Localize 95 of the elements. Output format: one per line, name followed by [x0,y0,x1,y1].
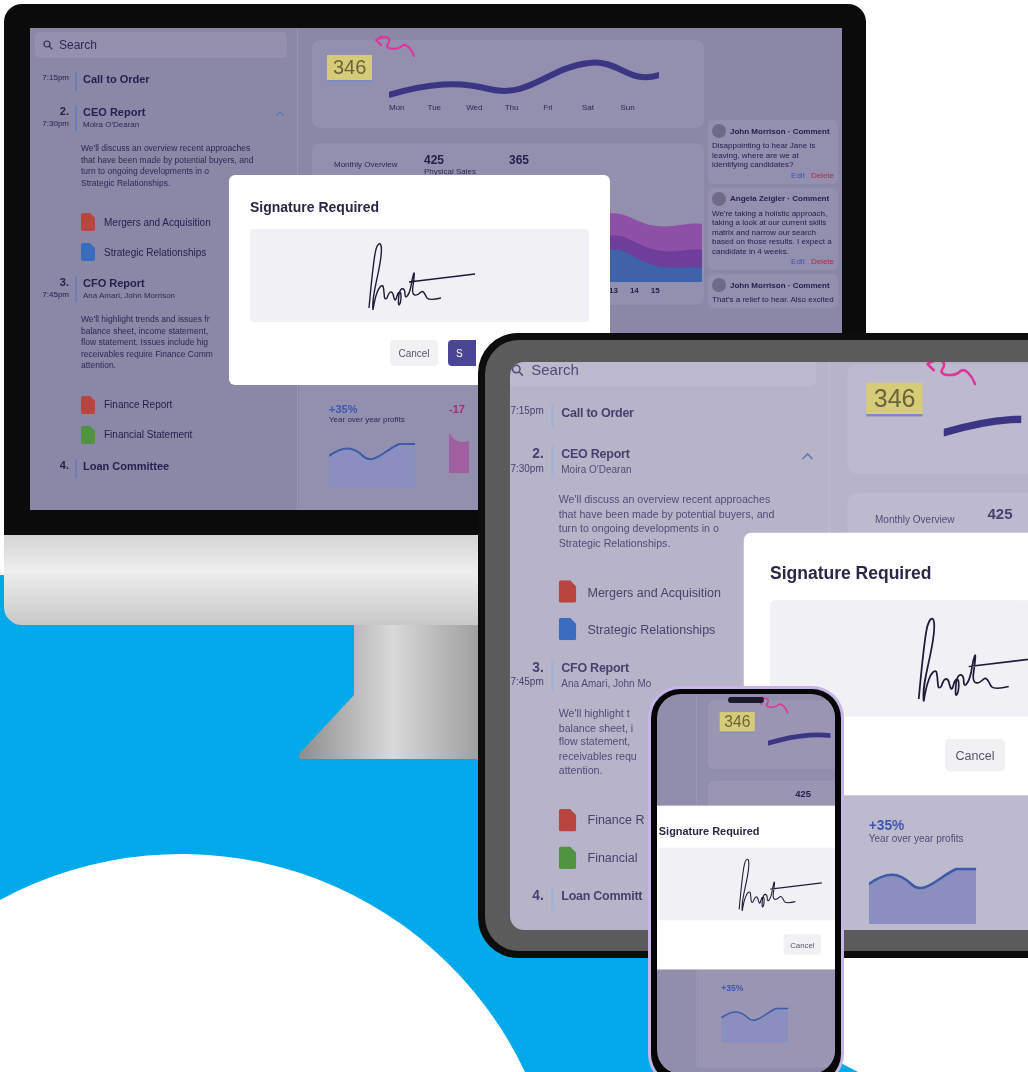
day-label: Tue [427,103,443,114]
stat-value: 425 [987,505,1013,523]
item-number: 4. [59,458,69,472]
dialog-title: Signature Required [250,198,381,217]
highlight-number: 346 [719,712,756,734]
mini-area-chart [721,1006,789,1043]
dialog-button[interactable]: Cancel [390,340,438,366]
agenda-title[interactable]: CEO Report [83,105,146,119]
profit-value: -17 [449,403,465,415]
attachment-link[interactable]: Finance Report [104,399,173,410]
profit-label: Year over year profits [329,415,405,424]
item-time: 7:30pm [510,461,544,476]
file-icon [81,213,95,231]
agenda-title[interactable]: CEO Report [561,445,630,463]
search-field[interactable]: Search [35,32,287,58]
presenter-name: Ana Amari, John Mo [561,676,652,691]
avatar-icon [712,278,726,292]
comment-author: John Morrison · Comment [730,126,830,136]
day-label: Thu [504,103,520,114]
item-number: 4. [532,887,544,904]
item-time: 7:30pm [42,118,69,129]
item-time: 7:45pm [42,289,69,300]
agenda-title[interactable]: Loan Committ [561,887,643,905]
chevron-icon[interactable] [275,111,285,117]
speaker-notch-icon [728,697,764,703]
file-icon [81,395,95,414]
item-number: 3. [532,659,544,676]
agenda-title[interactable]: CFO Report [83,276,145,290]
comment-text: Disappointing to hear Jane is leaving, where are we at identifying candidates? [712,141,817,170]
mini-area-chart [449,433,469,473]
item-description: We'll highlight trends and issues fr balance sheet, income statement, flow statement. Issues include hig receivables require Finance Comm attention. [81,314,213,372]
attachment-link[interactable]: Financial [587,850,638,864]
profit-value: +35% [329,403,358,415]
day-label: Sun [620,103,636,114]
squiggle-arrow-icon [372,34,416,60]
file-icon [558,580,577,603]
avatar-icon [712,191,726,206]
file-icon [81,425,95,444]
day-label: Fri [543,103,554,114]
item-time: 7:15pm [42,72,69,83]
agenda-title[interactable]: CFO Report [561,659,629,677]
axis-label: 13 [609,286,618,295]
profit-value: +35% [868,817,905,833]
comment-text: That's a relief to hear. Also excited [712,295,834,305]
item-number: 3. [59,276,69,289]
agenda-title[interactable]: Loan Committee [83,458,170,473]
presenter-name: Moira O'Dearan [561,463,632,478]
file-icon [558,845,577,869]
highlight-number: 346 [866,382,923,417]
stat-value: 365 [509,153,530,167]
stat-label: Physical Sales [424,167,477,176]
presenter-name: Ana Amari, John Morrison [83,290,176,302]
file-icon [558,808,577,831]
presenter-name: Moira O'Dearan [83,119,140,131]
axis-label: 15 [650,286,660,295]
day-label: Mon [389,103,406,114]
stat-value: 425 [795,788,811,800]
item-number: 2. [532,445,544,462]
profit-label: Year over year profits [868,832,964,844]
comment-author: Angela Zeigler · Comment [730,194,830,203]
attachment-link[interactable]: Mergers and Acquisition [104,216,211,228]
chevron-icon[interactable] [801,452,814,461]
comment-author: John Morrison · Comment [730,280,830,290]
highlight-number: 346 [327,55,373,82]
axis-label: 14 [629,286,639,295]
search-icon [43,40,53,50]
item-time: 7:45pm [510,675,544,689]
attachment-link[interactable]: Strategic Relationships [587,622,716,636]
item-description: We'll discuss an overview recent approaches that have been made by potential buyers, and turn to ongoing developments in o Strategic Relationships. [558,492,775,551]
dialog-title: Signature Required [658,823,761,839]
day-label: Wed [466,103,484,114]
attachment-link[interactable]: Finance R [587,812,645,827]
avatar-icon [712,124,726,138]
attachment-link[interactable]: Mergers and Acquisition [587,584,721,599]
attachment-link[interactable]: Strategic Relationships [104,246,207,258]
item-description: We'll discuss an overview recent approaches that have been made by potential buyers, and turn to ongoing developments in o Strategic Relationships. [81,143,254,189]
day-label: Sat [581,103,595,114]
overview-title: Monthly Overview [334,160,398,169]
item-time: 7:15pm [510,404,544,418]
item-description: We'll highlight t balance sheet, i flow statement, receivables requ attention. [558,706,637,779]
stat-value: 425 [424,153,445,167]
search-field[interactable]: Search [510,362,817,387]
search-icon [511,364,524,377]
item-number: 2. [59,105,69,118]
agenda-title[interactable]: Call to Order [83,72,150,86]
file-icon [81,243,95,261]
dialog-title: Signature Required [770,561,933,585]
file-icon [558,617,577,641]
dialog-button[interactable]: S [448,340,476,366]
overview-title: Monthly Overview [875,514,955,526]
attachment-link[interactable]: Financial Statement [104,429,193,440]
wave-line-chart [768,730,831,747]
agenda-title[interactable]: Call to Order [561,404,634,422]
dialog-button[interactable]: Cancel [945,739,1005,772]
profit-value: +35% [721,983,744,993]
